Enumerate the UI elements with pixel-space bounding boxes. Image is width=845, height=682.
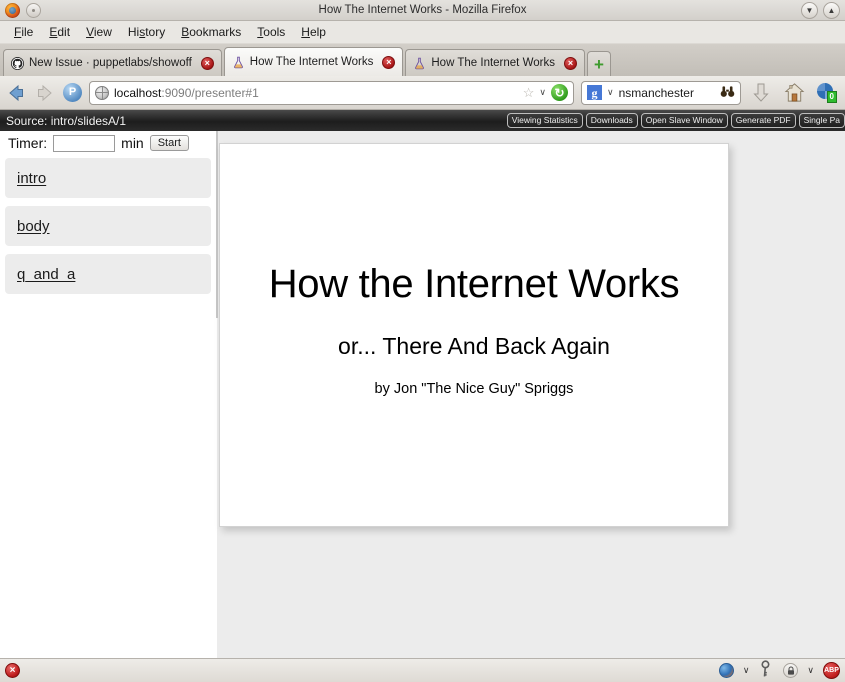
error-console-icon[interactable]: ×	[5, 663, 20, 678]
title-bar: How The Internet Works - Mozilla Firefox…	[0, 0, 845, 21]
menu-help[interactable]: Help	[293, 23, 334, 41]
chevron-down-icon[interactable]: ▼	[801, 2, 818, 19]
adblock-plus-icon[interactable]: ABP	[823, 662, 840, 679]
url-text: localhost:9090/presenter#1	[114, 86, 518, 100]
slide-preview[interactable]: How the Internet Works or... There And B…	[219, 143, 729, 527]
reload-icon[interactable]: ↻	[551, 84, 568, 101]
sidebar-divider	[216, 131, 218, 318]
close-icon[interactable]: ×	[563, 56, 577, 70]
lock-icon[interactable]	[783, 663, 799, 678]
github-icon	[11, 56, 24, 70]
network-globe-icon[interactable]	[718, 663, 734, 678]
generate-pdf-button[interactable]: Generate PDF	[730, 113, 796, 128]
tab-label: New Issue · puppetlabs/showoff	[29, 57, 192, 69]
globe-icon	[95, 85, 109, 100]
showoff-button-group: Viewing Statistics Downloads Open Slave …	[506, 113, 845, 128]
page-content: Timer: min Start intro body q_and_a How …	[0, 131, 845, 658]
back-arrow-icon[interactable]	[5, 82, 27, 104]
close-icon[interactable]: ×	[200, 56, 214, 70]
showoff-toolbar: Source: intro/slidesA/1 Viewing Statisti…	[0, 110, 845, 131]
navigation-toolbar: P localhost:9090/presenter#1 ☆ ∨ ↻ g ∨ n…	[0, 76, 845, 110]
url-host: localhost	[114, 85, 162, 100]
chevron-down-icon[interactable]: ∨	[743, 665, 750, 676]
timer-label: Timer:	[8, 135, 48, 151]
section-link-label[interactable]: intro	[17, 170, 46, 187]
open-slave-window-button[interactable]: Open Slave Window	[640, 113, 728, 128]
tab-bar: New Issue · puppetlabs/showoff × How The…	[0, 44, 845, 76]
section-link-label[interactable]: body	[17, 218, 50, 235]
bookmark-star-icon[interactable]: ☆	[523, 85, 535, 101]
menu-view[interactable]: View	[78, 23, 120, 41]
tab-how-the-internet-works-active[interactable]: How The Internet Works ×	[223, 47, 404, 76]
download-arrow-icon[interactable]	[748, 80, 774, 106]
weather-widget-icon[interactable]: 0	[814, 80, 840, 106]
viewing-statistics-button[interactable]: Viewing Statistics	[506, 113, 583, 128]
browser-window: How The Internet Works - Mozilla Firefox…	[0, 0, 845, 682]
search-bar[interactable]: g ∨ nsmanchester	[581, 80, 741, 105]
firefox-logo-icon	[5, 2, 20, 18]
flask-icon	[413, 57, 426, 70]
single-page-button[interactable]: Single Pa	[798, 113, 845, 128]
url-bar[interactable]: localhost:9090/presenter#1 ☆ ∨ ↻	[89, 80, 574, 105]
slide-author: by Jon "The Nice Guy" Spriggs	[374, 381, 574, 397]
chevron-down-icon[interactable]: ∨	[807, 665, 814, 676]
binoculars-icon[interactable]	[720, 85, 735, 101]
window-title: How The Internet Works - Mozilla Firefox	[318, 4, 527, 16]
menu-edit[interactable]: Edit	[41, 23, 78, 41]
section-item-intro[interactable]: intro	[5, 158, 211, 198]
google-icon[interactable]: g	[587, 85, 602, 100]
menu-tools[interactable]: Tools	[249, 23, 293, 41]
new-tab-button[interactable]: +	[586, 51, 611, 76]
close-icon[interactable]: ×	[382, 55, 396, 69]
timer-controls: Timer: min Start	[0, 131, 217, 155]
forward-arrow-icon	[34, 82, 56, 104]
section-link-label[interactable]: q_and_a	[17, 266, 75, 283]
timer-unit-label: min	[121, 135, 144, 151]
tab-label: How The Internet Works	[431, 57, 555, 69]
timer-input[interactable]	[53, 134, 116, 152]
source-label: Source: intro/slidesA/1	[6, 113, 127, 128]
pocket-icon[interactable]: P	[63, 83, 82, 102]
menu-bookmarks[interactable]: Bookmarks	[173, 23, 249, 41]
slide-title: How the Internet Works	[268, 262, 680, 306]
status-bar-icons: ∨ ∨ ABP	[718, 658, 840, 682]
search-input[interactable]: nsmanchester	[619, 86, 715, 100]
chevron-down-icon[interactable]: ∨	[607, 87, 614, 98]
window-controls: ▼ ▲	[801, 2, 840, 19]
slide-subtitle: or... There And Back Again	[338, 333, 610, 359]
tab-how-the-internet-works-2[interactable]: How The Internet Works ×	[405, 49, 585, 76]
chevron-down-icon[interactable]: ∨	[539, 87, 546, 98]
downloads-button[interactable]: Downloads	[585, 113, 638, 128]
window-menu-icon[interactable]	[26, 2, 41, 18]
home-icon[interactable]	[781, 80, 807, 106]
section-item-body[interactable]: body	[5, 206, 211, 246]
tab-github-new-issue[interactable]: New Issue · puppetlabs/showoff ×	[3, 49, 222, 76]
menu-bar: File Edit View History Bookmarks Tools H…	[0, 21, 845, 44]
menu-file[interactable]: File	[6, 23, 41, 41]
key-icon[interactable]	[754, 658, 778, 682]
title-bar-left	[0, 2, 41, 18]
section-item-q-and-a[interactable]: q_and_a	[5, 254, 211, 294]
status-bar: × ∨ ∨ ABP	[0, 658, 845, 682]
menu-history[interactable]: History	[120, 23, 173, 41]
section-list: intro body q_and_a	[5, 158, 211, 302]
weather-count: 0	[826, 90, 837, 103]
tab-label: How The Internet Works	[249, 56, 374, 68]
flask-icon	[232, 56, 245, 69]
timer-start-button[interactable]: Start	[149, 135, 189, 151]
url-path: :9090/presenter#1	[161, 85, 259, 100]
chevron-up-icon[interactable]: ▲	[823, 2, 840, 19]
